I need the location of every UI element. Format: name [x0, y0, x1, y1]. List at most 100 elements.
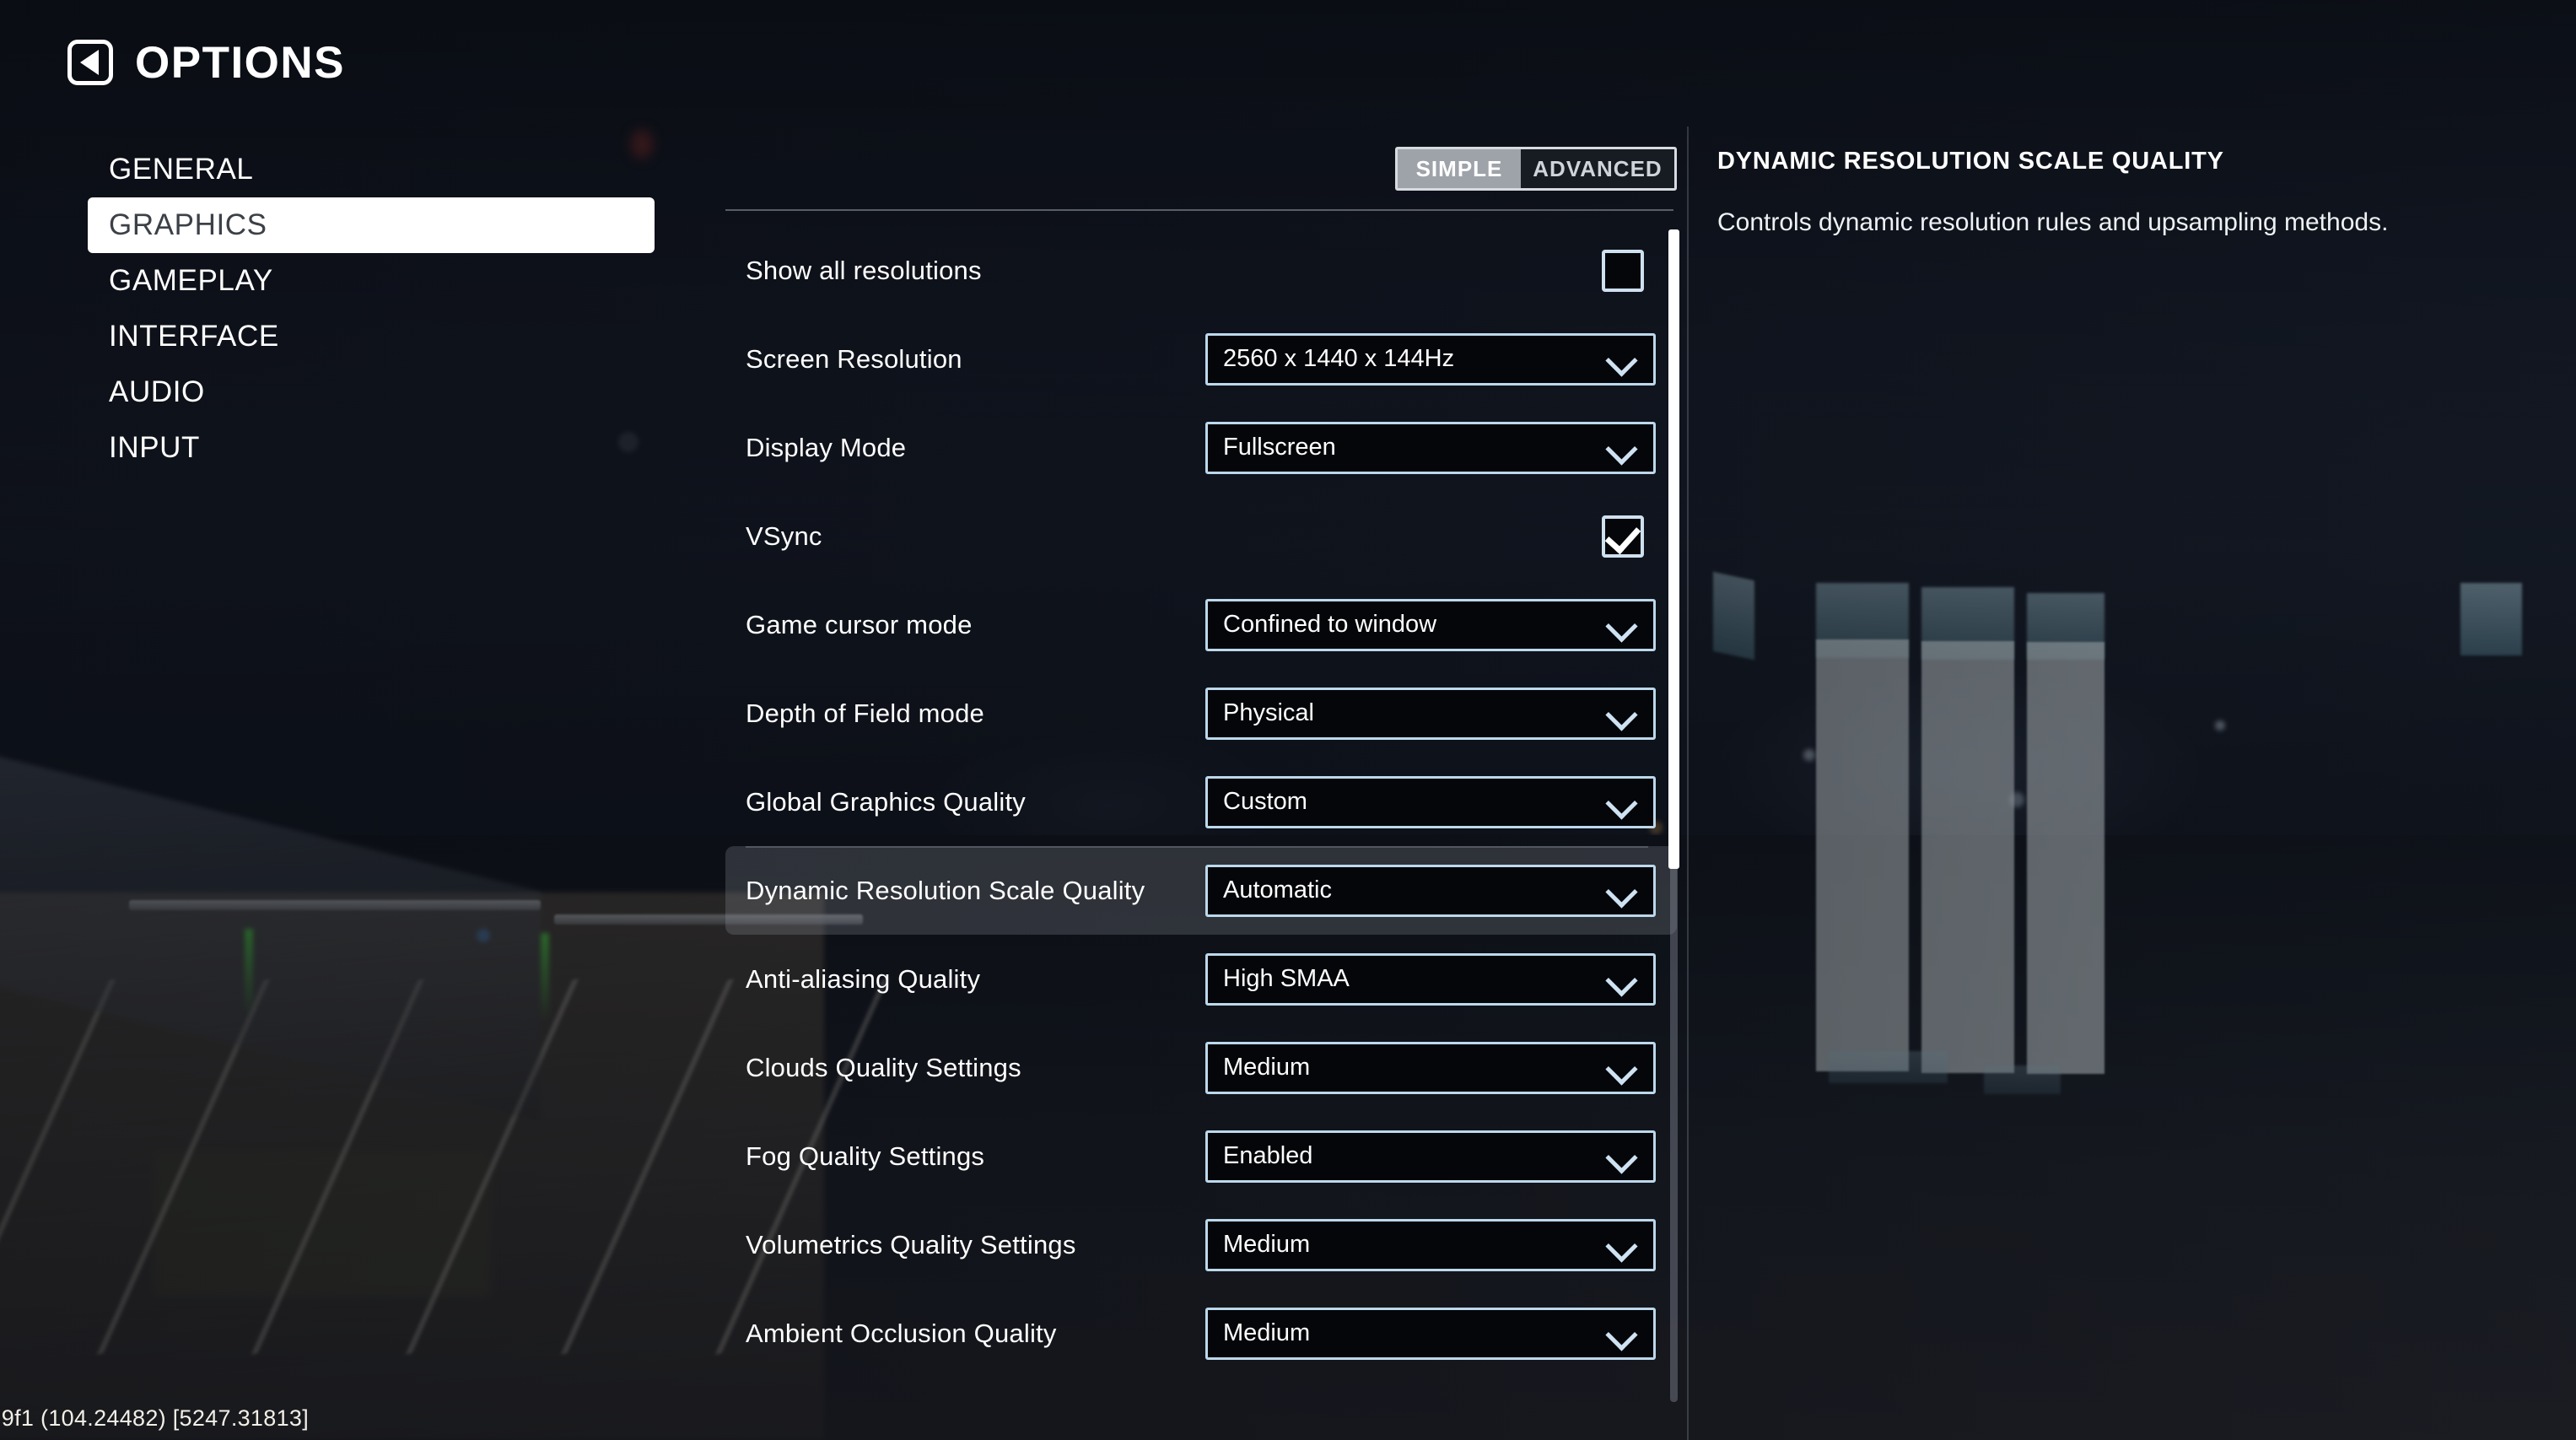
checkbox-toggle[interactable] — [1602, 249, 1644, 292]
category-sidebar: GENERAL GRAPHICS GAMEPLAY INTERFACE AUDI… — [88, 142, 655, 476]
options-screen: OPTIONS GENERAL GRAPHICS GAMEPLAY INTERF… — [0, 0, 2576, 1440]
sidebar-item-label: GAMEPLAY — [109, 264, 273, 297]
settings-scrollbar-thumb[interactable] — [1668, 229, 1679, 869]
settings-row-label: Screen Resolution — [746, 343, 962, 374]
dropdown-value: 2560 x 1440 x 144Hz — [1223, 345, 1455, 372]
settings-row[interactable]: Dynamic Resolution Scale Quality Automati… — [725, 846, 1677, 935]
dropdown-select[interactable]: Custom — [1205, 775, 1656, 828]
settings-row-control: Medium — [1205, 1041, 1656, 1094]
settings-list: Show all resolutions Screen Resolution 256… — [725, 226, 1677, 1440]
sidebar-item-label: GENERAL — [109, 153, 254, 186]
dropdown-select[interactable]: Medium — [1205, 1307, 1656, 1360]
settings-row-label: Game cursor mode — [746, 609, 973, 639]
sidebar-item-interface[interactable]: INTERFACE — [88, 309, 655, 364]
settings-row[interactable]: Fog Quality Settings Enabled — [725, 1112, 1677, 1200]
row-separator — [746, 846, 1648, 848]
debug-overlay-text: .9f1 (104.24482) [5247.31813] — [0, 1405, 309, 1431]
dropdown-select[interactable]: Fullscreen — [1205, 421, 1656, 474]
tab-advanced[interactable]: ADVANCED — [1521, 149, 1674, 188]
settings-row-control: Medium — [1205, 1307, 1656, 1360]
dropdown-value: Confined to window — [1223, 611, 1437, 638]
settings-row[interactable]: Screen Resolution 2560 x 1440 x 144Hz — [725, 315, 1677, 403]
settings-row-label: Volumetrics Quality Settings — [746, 1229, 1076, 1259]
settings-row-label: Display Mode — [746, 432, 907, 462]
sidebar-item-input[interactable]: INPUT — [88, 420, 655, 476]
chevron-down-icon — [1605, 786, 1638, 820]
dropdown-value: Fullscreen — [1223, 434, 1336, 461]
sidebar-item-label: INTERFACE — [109, 320, 279, 353]
settings-row-control: 2560 x 1440 x 144Hz — [1205, 332, 1656, 386]
mode-toggle: SIMPLE ADVANCED — [1395, 147, 1677, 191]
chevron-down-icon — [1605, 875, 1638, 909]
settings-row[interactable]: Volumetrics Quality Settings Medium — [725, 1200, 1677, 1289]
settings-row[interactable]: Clouds Quality Settings Medium — [725, 1023, 1677, 1112]
dropdown-value: Automatic — [1223, 876, 1332, 903]
sidebar-item-label: AUDIO — [109, 375, 205, 408]
sidebar-item-label: INPUT — [109, 431, 200, 464]
chevron-down-icon — [1605, 963, 1638, 997]
settings-row-control: Confined to window — [1205, 598, 1656, 651]
tab-simple[interactable]: SIMPLE — [1398, 149, 1521, 188]
settings-row-label: VSync — [746, 520, 822, 551]
settings-row[interactable]: Global Graphics Quality Custom — [725, 758, 1677, 846]
settings-row-control: High SMAA — [1205, 952, 1656, 1006]
settings-row-label: Fog Quality Settings — [746, 1141, 985, 1171]
chevron-down-icon — [1605, 432, 1638, 466]
dropdown-value: Medium — [1223, 1054, 1311, 1081]
settings-row[interactable]: Ambient Occlusion Quality Medium — [725, 1289, 1677, 1378]
settings-row-control: Custom — [1205, 775, 1656, 828]
settings-row[interactable]: VSync — [725, 492, 1677, 580]
page-header: OPTIONS — [67, 40, 345, 85]
description-title: DYNAMIC RESOLUTION SCALE QUALITY — [1717, 148, 2224, 175]
chevron-down-icon — [1605, 1052, 1638, 1086]
settings-row-control: Fullscreen — [1205, 421, 1656, 474]
dropdown-value: Physical — [1223, 699, 1314, 726]
checkbox-toggle[interactable] — [1602, 515, 1644, 558]
dropdown-select[interactable]: Automatic — [1205, 864, 1656, 917]
dropdown-value: High SMAA — [1223, 965, 1350, 992]
settings-row-label: Anti-aliasing Quality — [746, 963, 981, 994]
sidebar-item-label: GRAPHICS — [109, 208, 267, 241]
settings-row[interactable]: Display Mode Fullscreen — [725, 403, 1677, 492]
settings-row[interactable]: Game cursor mode Confined to window — [725, 580, 1677, 669]
panel-vertical-divider — [1687, 127, 1689, 1440]
settings-row-label: Depth of Field mode — [746, 698, 984, 728]
settings-row-control: Physical — [1205, 687, 1656, 740]
settings-row-label: Clouds Quality Settings — [746, 1052, 1021, 1082]
chevron-down-icon — [1605, 1141, 1638, 1174]
chevron-down-icon — [1605, 698, 1638, 731]
settings-row[interactable]: Depth of Field mode Physical — [725, 669, 1677, 758]
dropdown-select[interactable]: Enabled — [1205, 1130, 1656, 1183]
settings-panel: SIMPLE ADVANCED Show all resolutions Scre… — [725, 135, 1677, 1440]
dropdown-select[interactable]: Medium — [1205, 1041, 1656, 1094]
settings-row-label: Dynamic Resolution Scale Quality — [746, 875, 1145, 905]
settings-row[interactable]: Show all resolutions — [725, 226, 1677, 315]
chevron-down-icon — [1605, 1318, 1638, 1351]
settings-row-control — [1205, 515, 1644, 558]
back-arrow-icon — [79, 50, 99, 75]
chevron-down-icon — [1605, 343, 1638, 377]
settings-row-label: Global Graphics Quality — [746, 786, 1026, 817]
dropdown-select[interactable]: Medium — [1205, 1218, 1656, 1271]
dropdown-select[interactable]: 2560 x 1440 x 144Hz — [1205, 332, 1656, 386]
dropdown-select[interactable]: Physical — [1205, 687, 1656, 740]
sidebar-item-audio[interactable]: AUDIO — [88, 364, 655, 420]
sidebar-item-general[interactable]: GENERAL — [88, 142, 655, 197]
settings-row-control — [1205, 249, 1644, 292]
settings-row[interactable]: Anti-aliasing Quality High SMAA — [725, 935, 1677, 1023]
description-panel: DYNAMIC RESOLUTION SCALE QUALITY Control… — [1717, 148, 2527, 240]
dropdown-value: Medium — [1223, 1319, 1311, 1346]
back-button[interactable] — [67, 40, 113, 85]
settings-row-control: Automatic — [1205, 864, 1656, 917]
chevron-down-icon — [1605, 1229, 1638, 1263]
settings-row-control: Enabled — [1205, 1130, 1656, 1183]
settings-row-control: Medium — [1205, 1218, 1656, 1271]
description-body: Controls dynamic resolution rules and up… — [1717, 208, 2389, 236]
chevron-down-icon — [1605, 609, 1638, 643]
sidebar-item-graphics[interactable]: GRAPHICS — [88, 197, 655, 253]
sidebar-item-gameplay[interactable]: GAMEPLAY — [88, 253, 655, 309]
panel-divider — [725, 209, 1673, 211]
checkmark-icon — [1604, 517, 1641, 554]
dropdown-select[interactable]: High SMAA — [1205, 952, 1656, 1006]
dropdown-select[interactable]: Confined to window — [1205, 598, 1656, 651]
